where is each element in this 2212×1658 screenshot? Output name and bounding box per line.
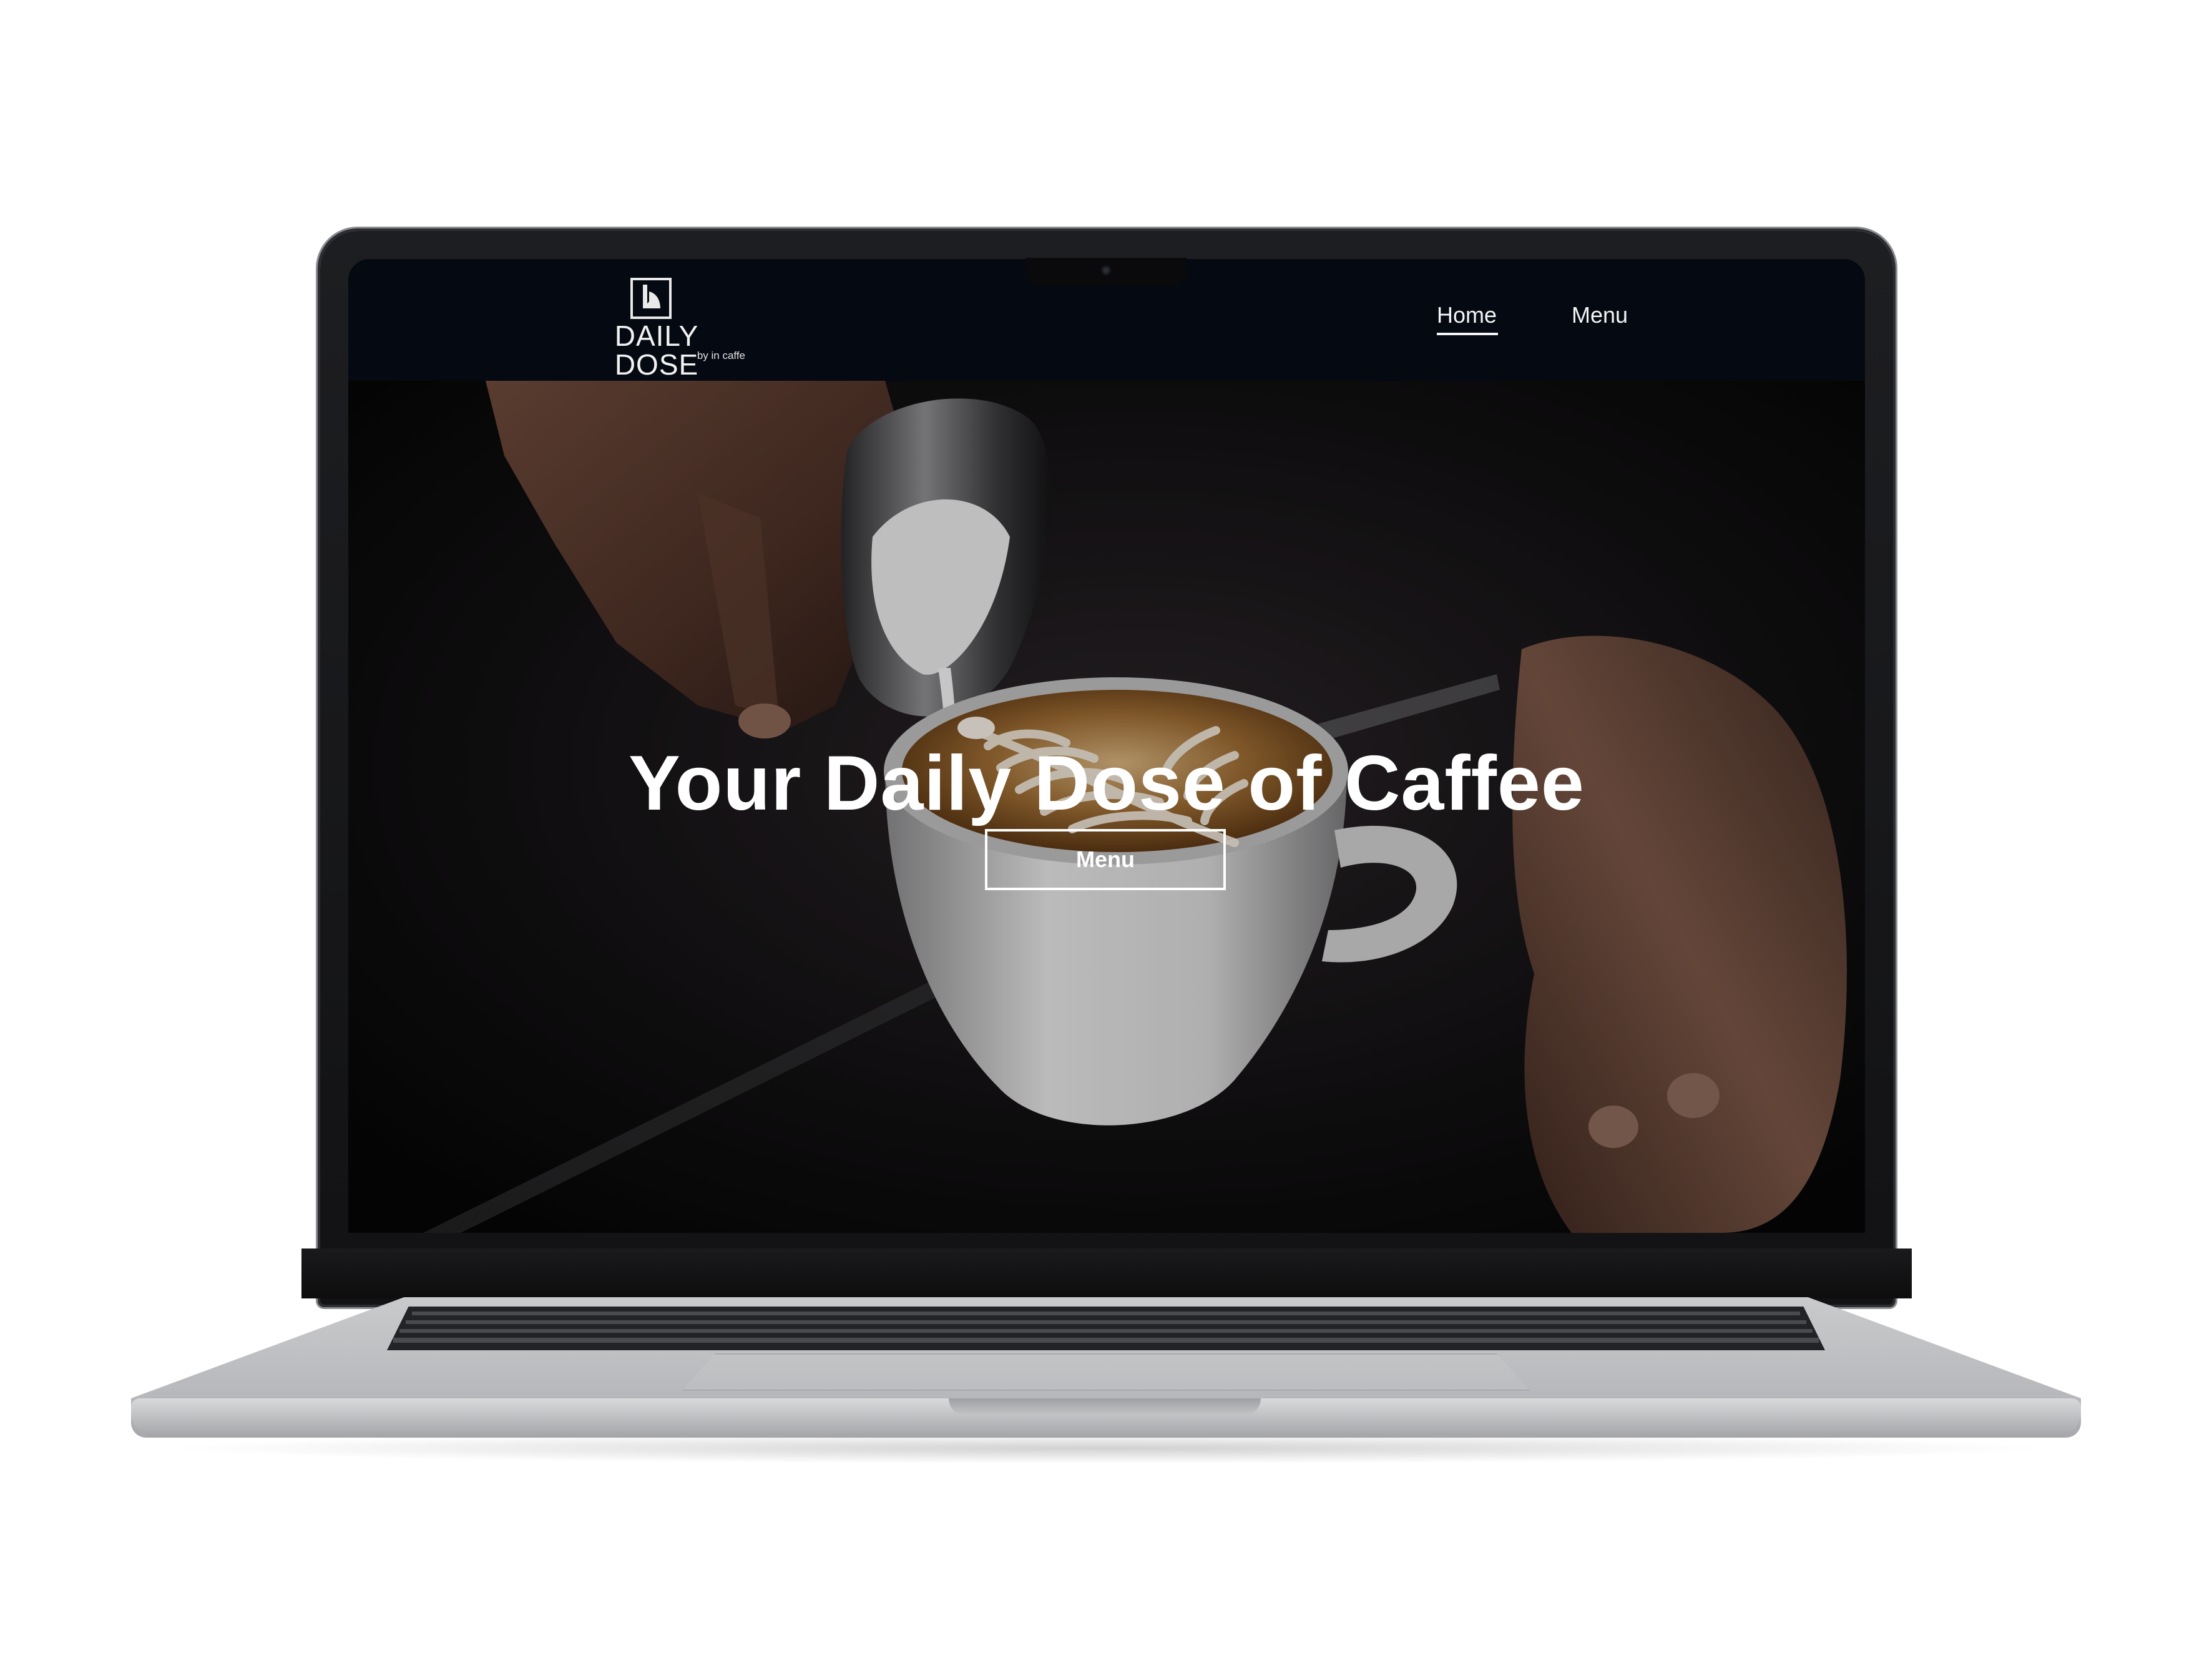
laptop-opening-notch [949,1398,1261,1416]
laptop-keyboard [387,1307,1825,1350]
nav-home-link[interactable]: Home [1437,304,1497,326]
nav-menu-link[interactable]: Menu [1572,304,1628,326]
logo-mark-icon [630,278,672,319]
logo-subtitle: by in caffe [697,350,745,361]
webcam-icon [1101,265,1111,275]
hero-title: Your Daily Dose of Caffee [629,740,1585,827]
nav-active-underline [1437,333,1498,335]
laptop-screen: DAILY DOSE by in caffe Home Menu Your Da… [348,259,1865,1233]
laptop-trackpad [682,1353,1530,1391]
laptop-bezel-bottom [301,1248,1912,1298]
site-logo[interactable]: DAILY DOSE by in caffe [570,278,745,379]
hero-menu-button[interactable]: Menu [985,829,1226,890]
mockup-stage: DAILY DOSE by in caffe Home Menu Your Da… [0,0,2212,1658]
screen-notch [1025,258,1187,286]
hero-section: Your Daily Dose of Caffee Menu [348,381,1865,1233]
